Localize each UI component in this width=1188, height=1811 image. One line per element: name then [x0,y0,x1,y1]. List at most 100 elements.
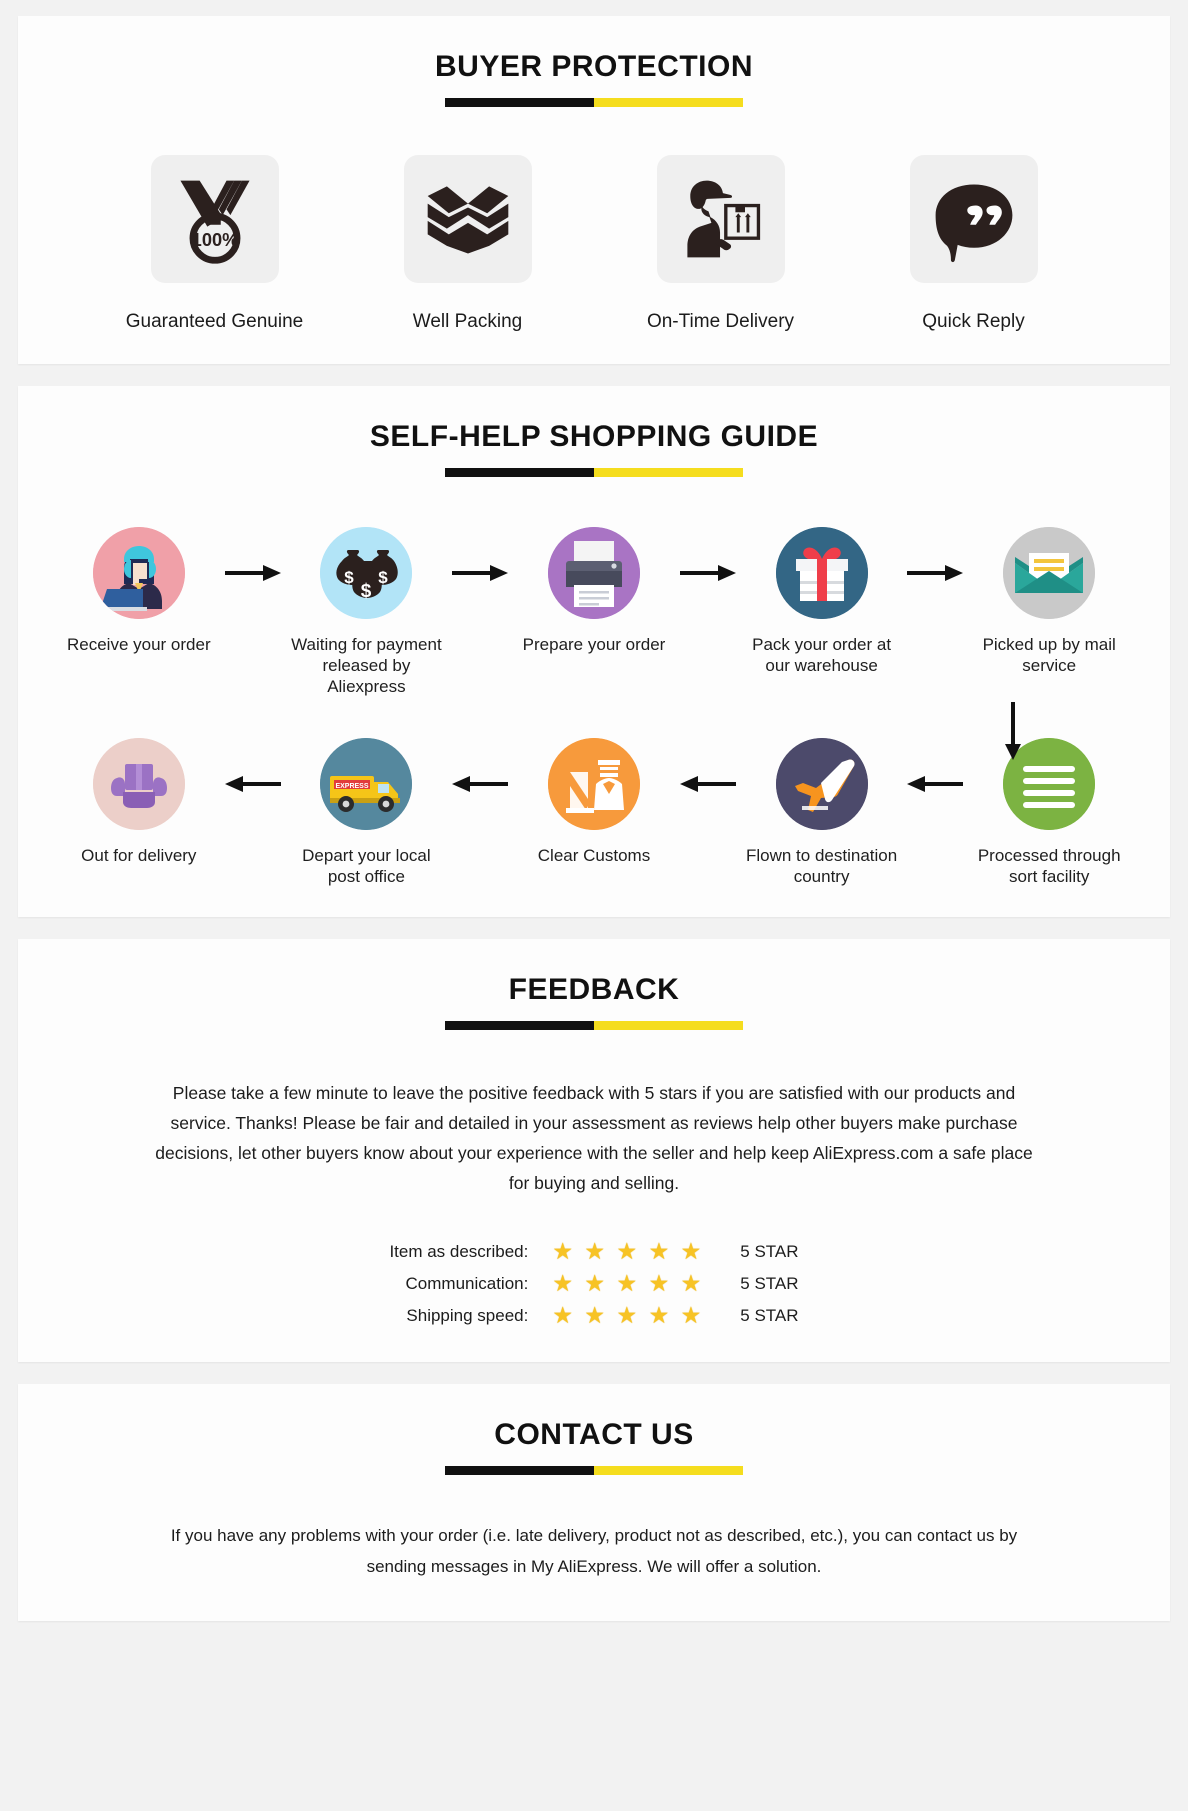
star-icon[interactable]: ★ [584,1272,605,1295]
guide-step-label: Processed through sort facility [977,845,1121,886]
star-icon[interactable]: ★ [681,1272,702,1295]
buyer-protection-item-guaranteed-genuine: 100% Guaranteed Genuine [120,155,310,334]
printer-icon [548,526,640,619]
rating-value: 5 STAR [740,1306,799,1326]
star-icon[interactable]: ★ [649,1304,670,1327]
guide-step-clear-customs: Clear Customs [515,737,673,866]
speech-bubble-icon [909,155,1038,283]
divider-dark-half [445,1466,594,1476]
arrow-left-icon [673,738,743,830]
star-icon[interactable]: ★ [552,1304,573,1327]
customs-officer-icon [548,737,640,830]
gift-box-icon [775,526,868,619]
buyer-protection-card: BUYER PROTECTION 100% Guaranteed Genuine… [18,16,1170,364]
star-icon[interactable]: ★ [681,1240,702,1263]
guide-step-flown-to-destination: Flown to destination country [743,737,901,888]
guide-step-pack-your-order: Pack your order at our warehouse [743,526,901,677]
rating-label: Shipping speed: [406,1306,529,1326]
page-title-contact-us: CONTACT US [494,1418,694,1452]
rating-stars[interactable]: ★ ★ ★ ★ ★ [552,1236,708,1268]
support-agent-icon [92,526,185,619]
guide-step-label: Flown to destination country [745,845,898,886]
contact-us-card: CONTACT US If you have any problems with… [18,1384,1170,1621]
page-title-buyer-protection: BUYER PROTECTION [434,50,754,83]
buyer-protection-label: Guaranteed Genuine [125,311,304,332]
feedback-ratings-table: Item as described: ★ ★ ★ ★ ★ 5 STAR Comm… [389,1236,798,1332]
buyer-protection-items: 100% Guaranteed Genuine Well Packing On-… [18,155,1170,334]
table-row: Item as described: ★ ★ ★ ★ ★ 5 STAR [389,1236,798,1268]
airplane-icon [775,737,868,830]
buyer-protection-label: Well Packing [412,311,523,332]
shopping-guide-card: SELF-HELP SHOPPING GUIDE Receive your or… [18,385,1170,918]
star-icon[interactable]: ★ [681,1304,702,1327]
medal-100-percent-icon: 100% [150,155,279,283]
guide-step-label: Clear Customs [537,845,651,865]
buyer-protection-item-on-time-delivery: On-Time Delivery [626,155,816,334]
buyer-protection-item-well-packing: Well Packing [373,155,563,334]
divider-dark-half [445,98,594,107]
star-icon[interactable]: ★ [584,1304,605,1327]
rating-stars[interactable]: ★ ★ ★ ★ ★ [552,1268,708,1300]
money-bags-icon: $ $ $ [320,526,413,619]
shopping-guide-row-2: Processed through sort facility Flown to… [60,737,1128,888]
star-icon[interactable]: ★ [649,1240,670,1263]
guide-step-waiting-for-payment: $ $ $ Waiting for payment released by Al… [288,526,446,698]
table-row: Shipping speed: ★ ★ ★ ★ ★ 5 STAR [389,1300,798,1332]
promo-page: BUYER PROTECTION 100% Guaranteed Genuine… [0,0,1188,1811]
guide-step-label: Picked up by mail service [982,634,1116,676]
arrow-right-icon [445,527,515,619]
delivery-courier-icon [656,155,785,283]
divider-accent-half [594,1466,743,1476]
shopping-guide-row-1: Receive your order $ $ $ Waiting for pay… [60,526,1128,698]
svg-text:$: $ [379,568,389,587]
star-icon[interactable]: ★ [584,1240,605,1263]
divider-accent-half [594,467,743,477]
guide-step-label: Out for delivery [81,845,197,865]
envelope-icon [1003,526,1096,619]
shopping-guide-steps: Receive your order $ $ $ Waiting for pay… [18,526,1170,888]
star-icon[interactable]: ★ [617,1304,638,1327]
guide-step-label: Pack your order at our warehouse [752,634,892,676]
divider-bar [445,1021,743,1031]
arrow-right-icon [900,527,970,619]
feedback-card: FEEDBACK Please take a few minute to lea… [18,939,1170,1363]
guide-step-prepare-your-order: Prepare your order [515,526,673,655]
arrow-left-icon [218,738,288,830]
arrow-down-icon [1005,701,1021,760]
star-icon[interactable]: ★ [617,1240,638,1263]
rating-stars[interactable]: ★ ★ ★ ★ ★ [552,1300,708,1332]
guide-step-label: Prepare your order [522,634,666,654]
rating-label: Communication: [405,1274,529,1294]
divider-accent-half [594,98,743,107]
star-icon[interactable]: ★ [617,1272,638,1295]
guide-step-picked-up-by-mail: Picked up by mail service [970,526,1128,677]
svg-text:EXPRESS: EXPRESS [336,783,369,790]
hands-package-icon [92,737,185,830]
guide-step-out-for-delivery: Out for delivery [60,737,218,866]
page-title-shopping-guide: SELF-HELP SHOPPING GUIDE [369,419,819,453]
divider-accent-half [594,1021,743,1031]
arrow-right-icon [218,527,288,619]
star-icon[interactable]: ★ [552,1240,573,1263]
buyer-protection-item-quick-reply: Quick Reply [879,155,1069,334]
svg-text:100%: 100% [191,229,238,250]
guide-step-receive-your-order: Receive your order [60,526,218,655]
guide-step-label: Waiting for payment released by Aliexpre… [291,634,442,697]
svg-text:$: $ [345,568,355,587]
divider-dark-half [445,1021,594,1031]
guide-step-depart-local-post-office: EXPRESS Depart your local post office [288,737,446,888]
svg-text:$: $ [361,581,372,602]
star-icon[interactable]: ★ [649,1272,670,1295]
guide-step-label: Depart your local post office [302,845,431,886]
rating-label: Item as described: [389,1242,529,1262]
divider-bar [445,467,743,477]
divider-bar [445,98,743,107]
arrow-left-icon [445,738,515,830]
guide-step-label: Receive your order [67,634,211,654]
delivery-truck-icon: EXPRESS [320,737,413,830]
buyer-protection-label: Quick Reply [922,311,1025,332]
rating-value: 5 STAR [740,1274,799,1294]
feedback-paragraph: Please take a few minute to leave the po… [155,1083,1033,1194]
table-row: Communication: ★ ★ ★ ★ ★ 5 STAR [389,1268,799,1300]
star-icon[interactable]: ★ [552,1272,573,1295]
